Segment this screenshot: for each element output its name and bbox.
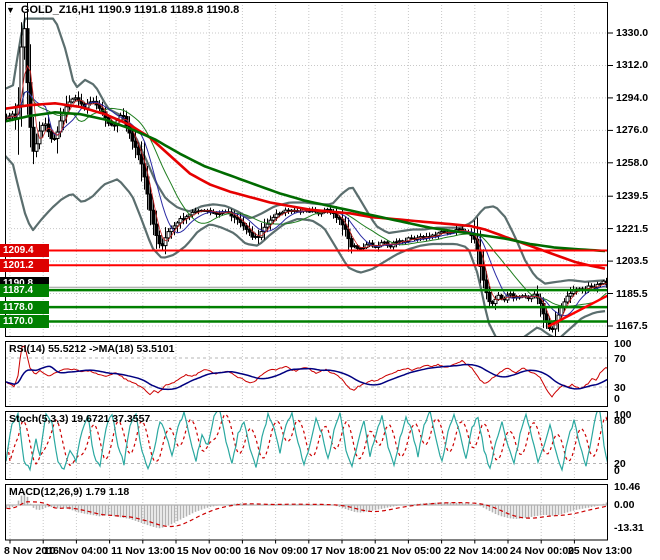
time-tick-label: 17 Nov 18:00 [310, 545, 376, 557]
stoch-tick-label: 80 [614, 415, 626, 428]
price-tick-label: 1258.0 [616, 156, 649, 169]
chart-title: GOLD_Z16,H1 1190.9 1191.8 1189.8 1190.8 [20, 4, 240, 16]
time-tick-label: 10 Nov 04:00 [43, 545, 109, 557]
price-tick-label: 1185.5 [616, 287, 648, 300]
price-tick-label: 1294.0 [616, 91, 649, 104]
rsi-tick-label: 70 [614, 353, 626, 365]
time-tick-label: 16 Nov 09:00 [243, 545, 309, 557]
price-tick-label: 1330.0 [616, 27, 649, 39]
price-tick-label: 1167.5 [616, 320, 648, 332]
rsi-tick-label: 0 [614, 393, 620, 405]
time-tick-label: 25 Nov 13:00 [567, 545, 633, 557]
chart-title-bar: ▼ GOLD_Z16,H1 1190.9 1191.8 1189.8 1190.… [6, 4, 239, 16]
macd-tick-label: 0.00 [614, 499, 635, 511]
price-badge-support: 1170.0 [0, 314, 49, 328]
price-tick-label: 1312.0 [616, 59, 649, 72]
time-tick-label: 24 Nov 00:00 [509, 545, 575, 557]
time-tick-label: 15 Nov 00:00 [176, 545, 242, 557]
chart-canvas [0, 0, 660, 560]
main-chart-surface[interactable] [5, 2, 608, 337]
macd-tick-label: 10.46 [614, 481, 641, 493]
macd-indicator-label: MACD(12,26,9) 1.79 1.18 [9, 486, 130, 498]
rsi-tick-label: 100 [614, 338, 632, 350]
rsi-indicator-label: RSI(14) 55.5212 ->MA(18) 53.5101 [9, 343, 175, 355]
macd-tick-label: -13.31 [614, 522, 644, 535]
price-tick-label: 1221.5 [616, 222, 649, 235]
stoch-tick-label: 0 [614, 465, 620, 477]
time-tick-label: 22 Nov 14:00 [443, 545, 509, 557]
price-badge-resistance: 1209.4 [0, 243, 49, 257]
price-tick-label: 1203.5 [616, 255, 649, 268]
symbol-dropdown-icon[interactable]: ▼ [6, 5, 15, 15]
mt4-chart-window: ▼ GOLD_Z16,H1 1190.9 1191.8 1189.8 1190.… [0, 0, 660, 560]
price-tick-label: 1276.0 [616, 124, 649, 137]
price-tick-label: 1239.5 [616, 190, 649, 203]
price-badge-support: 1178.0 [0, 300, 49, 314]
stoch-indicator-label: Stoch(5,3,3) 19.6721 37.3557 [9, 413, 151, 425]
time-tick-label: 11 Nov 13:00 [111, 545, 175, 557]
time-tick-label: 21 Nov 05:00 [376, 545, 442, 557]
price-badge-support: 1187.4 [0, 283, 49, 297]
price-badge-resistance: 1201.2 [0, 258, 49, 272]
